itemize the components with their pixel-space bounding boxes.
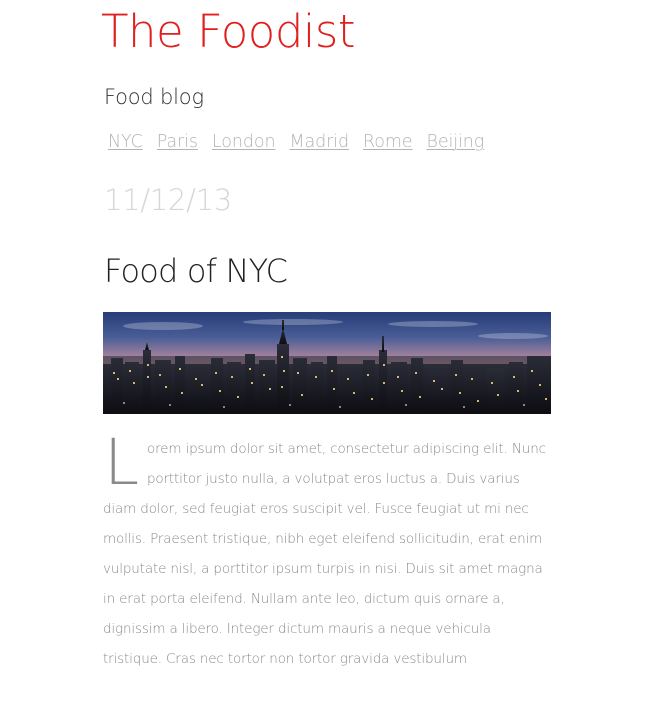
- site-subtitle: Food blog: [104, 85, 204, 109]
- site-title[interactable]: The Foodist: [101, 9, 356, 54]
- post-body-text: orem ipsum dolor sit amet, consectetur a…: [103, 441, 546, 667]
- skyline-illustration: [103, 312, 551, 414]
- nav-link-beijing[interactable]: Beijing: [426, 132, 484, 152]
- nav-link-london[interactable]: London: [212, 132, 276, 152]
- nav-link-nyc[interactable]: NYC: [108, 132, 143, 152]
- post-body: Lorem ipsum dolor sit amet, consectetur …: [103, 426, 553, 674]
- nav-item-beijing: Beijing: [426, 132, 484, 152]
- nav-item-madrid: Madrid: [289, 132, 349, 152]
- nav-link-paris[interactable]: Paris: [157, 132, 198, 152]
- drop-cap: L: [104, 426, 139, 499]
- nav-item-london: London: [212, 132, 276, 152]
- nav-link-madrid[interactable]: Madrid: [289, 132, 349, 152]
- city-skyline-image: [103, 312, 551, 414]
- post-date: 11/12/13: [104, 183, 232, 217]
- nav-link-rome[interactable]: Rome: [363, 132, 413, 152]
- nav-item-nyc: NYC: [108, 132, 143, 152]
- city-nav: NYC Paris London Madrid Rome Beijing: [108, 132, 484, 152]
- nav-item-paris: Paris: [157, 132, 198, 152]
- post-title[interactable]: Food of NYC: [104, 253, 288, 289]
- nav-item-rome: Rome: [363, 132, 413, 152]
